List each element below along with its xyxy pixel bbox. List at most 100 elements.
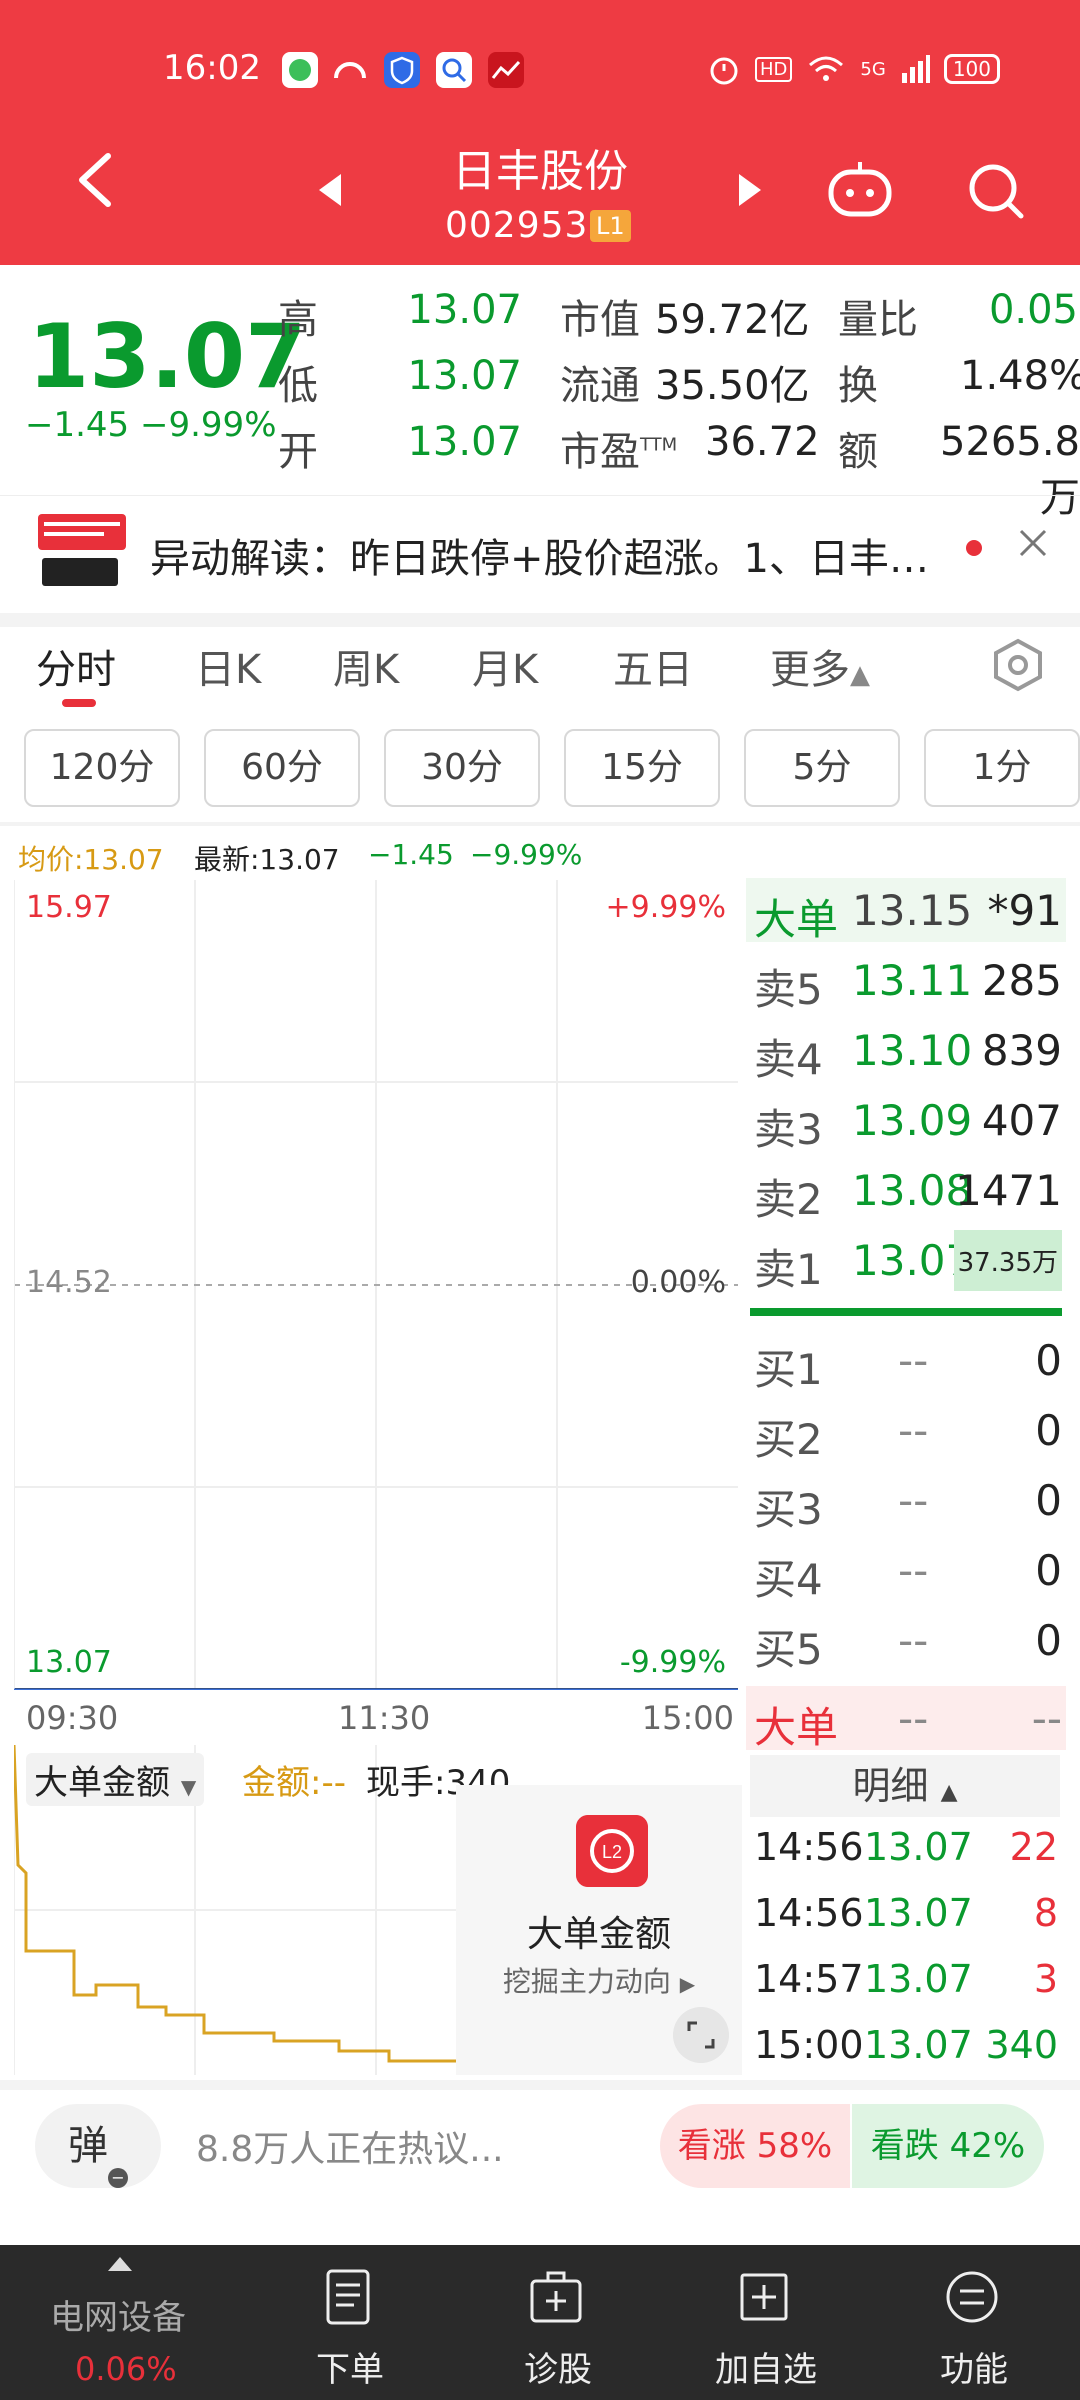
search-app-icon [436, 52, 472, 88]
trade-detail[interactable]: 明细 ▲ 14:56 13.07 22 14:56 13.07 8 14:57 13.07… [746, 1755, 1066, 2075]
detail-header[interactable]: 明细 ▲ [750, 1755, 1060, 1817]
y-tick-bottom-right: -9.99% [619, 1645, 726, 1680]
volume-ratio-value: 0.05 [988, 287, 1078, 333]
level2-promo-card[interactable]: L2 大单金额 挖掘主力动向 ▶ [456, 1785, 742, 2075]
speedometer-app-icon [332, 52, 368, 88]
caret-up-icon: ▲ [940, 1780, 958, 1805]
y-tick-mid-right: 0.00% [630, 1265, 726, 1300]
ask-row-3: 卖3 13.09 407 [754, 1096, 1062, 1154]
robot-assistant-icon[interactable] [825, 160, 895, 220]
app-header: 16:02 HD 5G 100 日丰股份 002953 L1 [0, 0, 1080, 265]
divider [0, 822, 1080, 826]
bearish-vote-button[interactable]: 看跌 42% [852, 2104, 1044, 2188]
level-badge: L1 [590, 210, 631, 242]
tab-more[interactable]: 更多▲ [770, 637, 870, 695]
menu-circle-icon [946, 2271, 998, 2323]
detail-row: 15:00 13.07 340 [754, 2023, 1058, 2067]
nav-diagnose[interactable]: 诊股 [458, 2245, 658, 2400]
x-tick-close: 15:00 [641, 1699, 734, 1737]
quote-panel[interactable]: 13.07 −1.45 −9.99% 高 13.07 低 13.07 开 13.… [0, 265, 1080, 521]
high-label: 高 [278, 297, 318, 343]
period-15min[interactable]: 15分 [564, 729, 720, 807]
nav-add-watchlist[interactable]: 加自选 [666, 2245, 866, 2400]
detail-row: 14:56 13.07 22 [754, 1825, 1058, 1869]
big-order-row: 大单 13.15 *91 [746, 878, 1066, 944]
stock-code: 002953 [445, 205, 589, 246]
nav-functions-label: 功能 [940, 2350, 1008, 2390]
y-tick-mid-left: 14.52 [26, 1265, 112, 1300]
order-book[interactable]: 大单 13.15 *91 卖5 13.11 285 卖4 13.10 839 卖3 13.… [746, 878, 1066, 1752]
sector-nav-item[interactable]: 电网设备 0.06% [0, 2245, 200, 2400]
time-axis: 09:30 11:30 15:00 [14, 1695, 738, 1741]
period-1min[interactable]: 1分 [924, 729, 1080, 807]
next-stock-icon[interactable] [735, 170, 765, 210]
period-5min[interactable]: 5分 [744, 729, 900, 807]
l2-logo-icon: L2 [576, 1815, 648, 1887]
bottom-nav: 电网设备 0.06% 下单 诊股 加自选 功能 [0, 2245, 1080, 2400]
ask-row-1: 卖1 13.07 37.35万 [746, 1228, 1066, 1294]
period-120min[interactable]: 120分 [24, 729, 180, 807]
float-label: 流通 [560, 363, 640, 409]
x-tick-midday: 11:30 [338, 1699, 431, 1737]
bid-row-2: 买2 -- 0 [754, 1406, 1062, 1464]
tab-intraday[interactable]: 分时 [36, 637, 116, 695]
period-60min[interactable]: 60分 [204, 729, 360, 807]
promo-subtitle[interactable]: 挖掘主力动向 ▶ [456, 1960, 742, 2000]
latest-price: 最新:13.07 [194, 843, 340, 876]
discussion-text[interactable]: 8.8万人正在热议... [196, 2120, 504, 2172]
price-change-pct: −9.99% [140, 405, 277, 445]
unread-dot [966, 540, 982, 556]
close-icon[interactable] [1015, 525, 1051, 561]
low-label: 低 [278, 363, 318, 409]
pe-value: 36.72 [705, 419, 820, 465]
chart-header: 均价:13.07 最新:13.07 −1.45 −9.99% [0, 830, 760, 878]
tonghuashun-express-logo-icon [38, 514, 126, 586]
pe-label: 市盈TTM [560, 429, 678, 475]
stock-app-icon [488, 52, 524, 88]
period-30min[interactable]: 30分 [384, 729, 540, 807]
bullish-vote-button[interactable]: 看涨 58% [660, 2104, 850, 2188]
settings-hexagon-icon[interactable] [990, 637, 1046, 693]
indicator-panel[interactable]: 大单金额 ▼ 金额:-- 现手:340 L2 大单金额 挖掘主力动向 ▶ [14, 1745, 742, 2075]
search-icon[interactable] [965, 160, 1025, 220]
dropdown-triangle-icon: ▼ [180, 1775, 197, 1799]
promo-title: 大单金额 [526, 1914, 671, 1955]
active-tab-indicator [62, 699, 96, 707]
nav-functions[interactable]: 功能 [874, 2245, 1074, 2400]
caret-up-icon [108, 2257, 132, 2271]
anomaly-banner[interactable]: 异动解读：昨日跌停+股价超涨。1、日丰… [0, 495, 1080, 615]
x-tick-open: 09:30 [26, 1699, 119, 1737]
bid-ask-divider [750, 1308, 1062, 1316]
tab-monthly-k[interactable]: 月K [472, 637, 538, 695]
divider [0, 613, 1080, 627]
sector-name: 电网设备 [50, 2298, 186, 2338]
ask1-volume-highlight: 37.35万 [953, 1230, 1062, 1291]
hd-icon: HD [755, 56, 793, 82]
danmu-toggle-button[interactable]: 弹− [35, 2104, 161, 2188]
intraday-chart[interactable]: 15.97 14.52 13.07 +9.99% 0.00% -9.99% [13, 880, 738, 1692]
price-change: −1.45 [25, 405, 130, 445]
open-label: 开 [278, 429, 318, 475]
indicator-select[interactable]: 大单金额 ▼ [26, 1753, 205, 1806]
tab-daily-k[interactable]: 日K [195, 637, 261, 695]
caret-up-icon: ▲ [850, 660, 870, 690]
tab-five-day[interactable]: 五日 [613, 637, 693, 695]
sector-change: 0.06% [75, 2350, 177, 2388]
nav-order[interactable]: 下单 [250, 2245, 450, 2400]
bid-row-1: 买1 -- 0 [754, 1336, 1062, 1394]
svg-text:L2: L2 [602, 1842, 622, 1862]
medical-kit-icon [530, 2271, 582, 2323]
tab-weekly-k[interactable]: 周K [333, 637, 399, 695]
ask-row-4: 卖4 13.10 839 [754, 1026, 1062, 1084]
big-order-vol: *91 [987, 886, 1062, 935]
message-app-icon [282, 52, 318, 88]
title-bar: 日丰股份 002953 L1 [0, 130, 1080, 250]
mcap-label: 市值 [560, 297, 640, 343]
anomaly-text: 异动解读：昨日跌停+股价超涨。1、日丰… [150, 536, 929, 582]
minus-badge-icon: − [108, 2168, 128, 2188]
expand-icon[interactable] [673, 2007, 729, 2063]
signal-icon [901, 55, 930, 83]
chart-tabs: 分时 日K 周K 月K 五日 更多▲ [0, 627, 1080, 727]
status-right-icons: HD 5G 100 [707, 52, 1000, 86]
nav-diagnose-label: 诊股 [524, 2350, 592, 2390]
